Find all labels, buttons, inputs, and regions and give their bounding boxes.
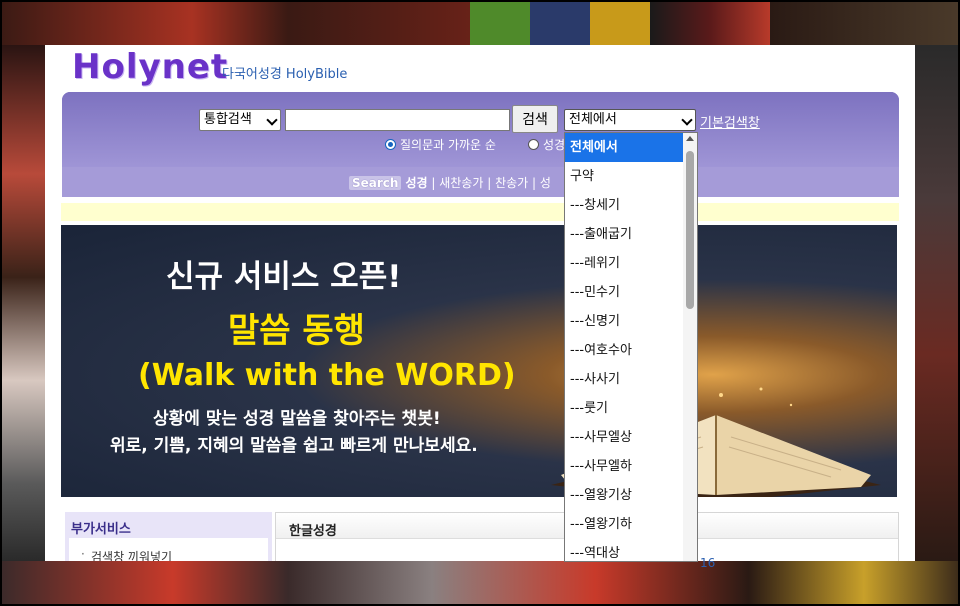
search-button[interactable]: 검색 — [512, 105, 558, 133]
category-nav: Search 성경 | 새찬송가 | 찬송가 | 성 — [349, 174, 551, 191]
banner-service-name: 말씀 동행 — [228, 311, 365, 351]
dropdown-option[interactable]: ---열왕기상 — [565, 481, 683, 510]
radio-checked-icon[interactable] — [385, 139, 396, 150]
scrollbar-thumb[interactable] — [686, 151, 694, 309]
dropdown-option[interactable]: 구약 — [565, 162, 683, 191]
dropdown-option[interactable]: ---레위기 — [565, 249, 683, 278]
search-panel: 통합검색 검색 전체에서 기본검색창 질의문과 가까운 순 성경 Search 성… — [62, 92, 899, 197]
dropdown-option[interactable]: ---룻기 — [565, 394, 683, 423]
dropdown-scrollbar[interactable] — [683, 133, 697, 561]
chevron-down-icon — [681, 114, 693, 126]
embed-search-link[interactable]: 검색창 끼워넣기 — [81, 547, 172, 561]
dropdown-option[interactable]: ---열왕기하 — [565, 510, 683, 539]
banner-english-name: (Walk with the WORD) — [138, 358, 516, 393]
radio-bible-order[interactable]: 성경 — [528, 136, 565, 153]
scope-dropdown-list[interactable]: 전체에서 구약 ---창세기 ---출애굽기 ---레위기 ---민수기 ---… — [564, 132, 698, 562]
scroll-up-icon[interactable] — [686, 136, 694, 141]
dropdown-option[interactable]: ---여호수아 — [565, 336, 683, 365]
banner-description-1: 상황에 맞는 성경 말씀을 찾아주는 챗봇! — [153, 409, 441, 429]
dropdown-option[interactable]: 전체에서 — [565, 133, 683, 162]
walk-with-the-word-banner[interactable]: 신규 서비스 오픈! 말씀 동행 (Walk with the WORD) 상황… — [61, 225, 897, 497]
dropdown-option[interactable]: ---창세기 — [565, 191, 683, 220]
radio-unchecked-icon[interactable] — [528, 139, 539, 150]
dropdown-option[interactable]: ---사무엘상 — [565, 423, 683, 452]
search-mode-select[interactable]: 통합검색 — [199, 109, 281, 131]
holynet-page: Holynet 다국어성경 HolyBible 통합검색 검색 전체에서 기본검… — [45, 45, 915, 561]
extra-services-box: 부가서비스 검색창 끼워넣기 — [65, 512, 272, 561]
search-input[interactable] — [285, 109, 510, 131]
chevron-down-icon — [266, 114, 278, 126]
banner-headline: 신규 서비스 오픈! — [166, 259, 402, 295]
nav-item-hymnal[interactable]: 찬송가 — [495, 176, 528, 190]
search-mode-value: 통합검색 — [204, 112, 252, 127]
dropdown-option[interactable]: ---역대상 — [565, 539, 683, 561]
radio-relevance-label: 질의문과 가까운 순 — [400, 138, 496, 152]
search-tag: Search — [349, 176, 402, 190]
search-scope-select[interactable]: 전체에서 — [564, 109, 696, 131]
nav-item-new-hymnal[interactable]: 새찬송가 — [439, 176, 483, 190]
dropdown-option[interactable]: ---출애굽기 — [565, 220, 683, 249]
radio-relevance[interactable]: 질의문과 가까운 순 — [385, 136, 496, 153]
extra-services-title: 부가서비스 — [71, 522, 131, 537]
dropdown-option[interactable]: ---신명기 — [565, 307, 683, 336]
dropdown-option[interactable]: ---사사기 — [565, 365, 683, 394]
nav-item-more[interactable]: 성 — [540, 176, 551, 190]
partial-link[interactable]: 16 — [700, 556, 715, 570]
holynet-logo[interactable]: Holynet — [72, 47, 228, 87]
dropdown-option[interactable]: ---민수기 — [565, 278, 683, 307]
banner-description-2: 위로, 기쁨, 지혜의 말씀을 쉽고 빠르게 만나보세요. — [110, 436, 478, 456]
notice-bar — [61, 203, 899, 221]
dropdown-option[interactable]: ---사무엘하 — [565, 452, 683, 481]
korean-bible-title: 한글성경 — [289, 524, 337, 539]
search-scope-value: 전체에서 — [569, 112, 617, 127]
logo-subtitle: 다국어성경 HolyBible — [222, 67, 348, 82]
basic-search-link[interactable]: 기본검색창 — [700, 112, 760, 131]
radio-bible-order-label: 성경 — [543, 138, 566, 152]
nav-item-bible[interactable]: 성경 — [405, 176, 427, 190]
